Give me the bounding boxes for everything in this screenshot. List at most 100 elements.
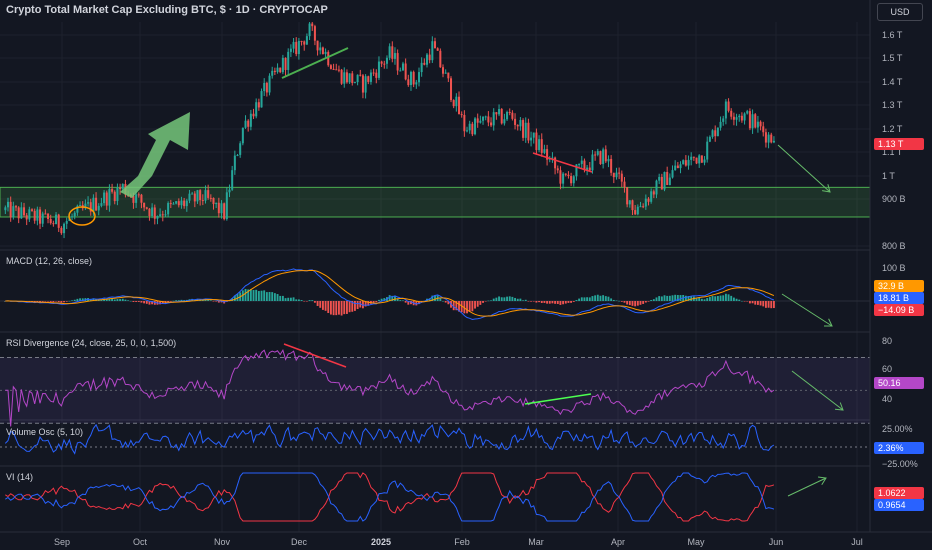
candle-body bbox=[599, 151, 602, 165]
macd-hist-bar bbox=[490, 300, 492, 301]
candle-body bbox=[503, 119, 506, 124]
macd-hist-bar bbox=[308, 300, 311, 301]
macd-hist-bar bbox=[105, 299, 108, 301]
candle-body bbox=[508, 112, 511, 114]
candle-body bbox=[356, 74, 359, 83]
candle-body bbox=[380, 61, 383, 64]
candle-body bbox=[511, 112, 514, 119]
macd-hist-bar bbox=[530, 301, 533, 302]
candle-body bbox=[727, 101, 730, 111]
candle-body bbox=[364, 76, 367, 93]
candle-body bbox=[348, 73, 351, 83]
candle-body bbox=[295, 41, 298, 55]
volume-osc-label[interactable]: Volume Osc (5, 10) bbox=[6, 427, 83, 437]
candle-body bbox=[618, 172, 621, 174]
time-tick: Oct bbox=[132, 537, 148, 547]
candle-body bbox=[764, 132, 767, 143]
candle-body bbox=[700, 155, 703, 163]
candle-body bbox=[268, 75, 271, 93]
candle-body bbox=[167, 203, 170, 215]
candle-body bbox=[281, 57, 284, 73]
macd-hist-bar bbox=[55, 301, 57, 302]
candle-body bbox=[516, 124, 519, 127]
vi-minus-line bbox=[5, 472, 775, 522]
macd-hist-bar bbox=[642, 301, 645, 304]
candle-body bbox=[735, 117, 738, 120]
candle-body bbox=[732, 116, 735, 120]
grid-lines bbox=[0, 22, 870, 532]
macd-hist-bar bbox=[506, 296, 508, 301]
macd-hist-bar bbox=[335, 301, 338, 316]
rsi-label[interactable]: RSI Divergence (24, close, 25, 0, 0, 1,5… bbox=[6, 338, 176, 348]
macd-hist-bar bbox=[474, 301, 476, 309]
candle-body bbox=[313, 26, 316, 41]
candle-body bbox=[468, 123, 471, 131]
candle-body bbox=[492, 112, 495, 126]
candle-body bbox=[668, 177, 671, 186]
candle-body bbox=[351, 73, 354, 83]
macd-hist-bar bbox=[329, 301, 332, 315]
macd-hist-bar bbox=[639, 301, 642, 305]
candle-body bbox=[57, 214, 60, 228]
macd-hist-bar bbox=[124, 299, 127, 301]
macd-hist-bar bbox=[345, 301, 348, 314]
chart-canvas[interactable] bbox=[0, 0, 932, 550]
candle-body bbox=[191, 193, 194, 195]
macd-hist-bar bbox=[540, 301, 543, 304]
macd-hist-bar bbox=[572, 301, 575, 302]
macd-hist-bar bbox=[297, 299, 300, 301]
currency-button[interactable]: USD bbox=[877, 3, 923, 21]
macd-hist-bar bbox=[127, 300, 130, 301]
macd-hist-bar bbox=[375, 301, 378, 303]
candle-body bbox=[87, 202, 90, 204]
candle-body bbox=[6, 201, 10, 208]
candle-body bbox=[663, 171, 666, 190]
macd-hist-bar bbox=[743, 301, 746, 302]
candle-body bbox=[423, 62, 426, 65]
candle-body bbox=[444, 72, 447, 74]
macd-hist-bar bbox=[468, 301, 471, 312]
time-tick: Mar bbox=[528, 537, 544, 547]
macd-hist-bar bbox=[137, 301, 140, 302]
macd-hist-bar bbox=[263, 290, 266, 301]
candle-body bbox=[47, 213, 50, 220]
macd-hist-bar bbox=[119, 299, 122, 301]
candle-body bbox=[746, 111, 749, 114]
macd-hist-bar bbox=[551, 301, 554, 304]
candle-body bbox=[412, 71, 415, 85]
macd-hist-bar bbox=[316, 301, 319, 306]
candle-body bbox=[730, 110, 733, 117]
candle-body bbox=[375, 72, 378, 78]
macd-hist-bar bbox=[610, 298, 613, 301]
signal-line bbox=[5, 269, 775, 317]
macd-hist-bar bbox=[399, 300, 402, 301]
macd-hist-bar bbox=[324, 301, 327, 311]
macd-hist-bar bbox=[372, 301, 375, 303]
candle-body bbox=[215, 202, 218, 205]
candle-body bbox=[396, 53, 399, 71]
macd-hist-bar bbox=[516, 298, 519, 301]
candle-body bbox=[441, 67, 445, 74]
candle-body bbox=[476, 118, 479, 123]
time-tick: Sep bbox=[53, 537, 71, 547]
candle-body bbox=[522, 120, 525, 138]
macd-hist-bar bbox=[527, 301, 530, 302]
candle-body bbox=[63, 223, 66, 234]
macd-hist-bar bbox=[748, 301, 751, 304]
price-tick: 900 B bbox=[882, 194, 906, 204]
candle-body bbox=[703, 159, 706, 163]
candle-body bbox=[353, 82, 356, 84]
candle-body bbox=[588, 167, 591, 171]
candle-body bbox=[55, 214, 58, 225]
candle-body bbox=[319, 47, 322, 51]
candle-body bbox=[404, 63, 407, 80]
macd-hist-bar bbox=[738, 299, 741, 301]
candle-body bbox=[135, 194, 138, 203]
candle-body bbox=[639, 206, 642, 208]
macd-label[interactable]: MACD (12, 26, close) bbox=[6, 256, 92, 266]
price-tick: 1.5 T bbox=[882, 53, 903, 63]
macd-hist-bar bbox=[604, 296, 607, 301]
vi-label[interactable]: VI (14) bbox=[6, 472, 33, 482]
macd-hist-bar bbox=[567, 301, 570, 303]
candle-body bbox=[500, 109, 503, 124]
